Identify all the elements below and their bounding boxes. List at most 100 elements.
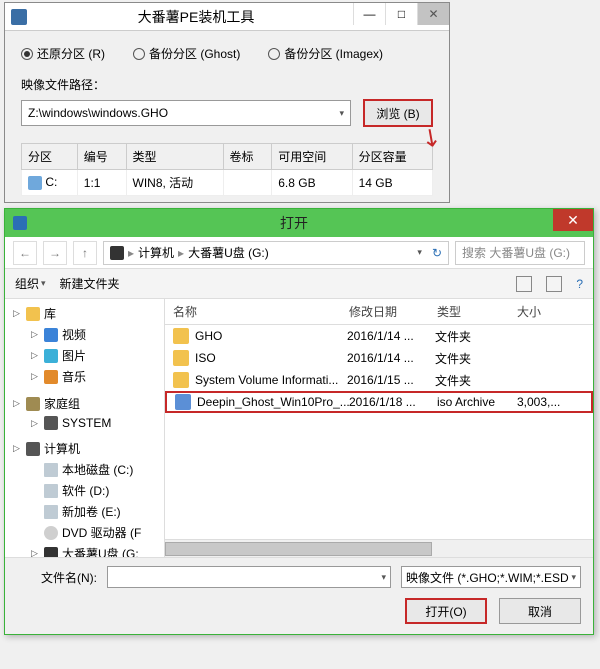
chevron-right-icon: ▸: [128, 246, 134, 260]
radio-restore[interactable]: 还原分区 (R): [21, 45, 105, 62]
drive-icon: [44, 505, 58, 519]
refresh-icon[interactable]: ↻: [432, 246, 442, 260]
tree-system[interactable]: ▷SYSTEM: [5, 414, 164, 432]
tree-video[interactable]: ▷视频: [5, 324, 164, 345]
browse-button[interactable]: 浏览 (B): [363, 99, 433, 127]
col-size[interactable]: 大小: [509, 303, 561, 320]
drive-icon: [44, 484, 58, 498]
tree-drive-d[interactable]: 软件 (D:): [5, 480, 164, 501]
open-dialog-title: 打开: [35, 213, 593, 233]
nav-up-button[interactable]: ↑: [73, 241, 97, 265]
list-item[interactable]: System Volume Informati... 2016/1/15 ...…: [165, 369, 593, 391]
video-icon: [44, 328, 58, 342]
breadcrumb[interactable]: ▸ 计算机 ▸ 大番薯U盘 (G:) ▾ ↻: [103, 241, 449, 265]
radio-label: 还原分区 (R): [37, 45, 105, 62]
view-options-button[interactable]: [516, 276, 532, 292]
radio-backup-ghost[interactable]: 备份分区 (Ghost): [133, 45, 240, 62]
col-name[interactable]: 名称: [165, 303, 341, 320]
radio-dot-icon: [133, 48, 145, 60]
radio-backup-imagex[interactable]: 备份分区 (Imagex): [268, 45, 383, 62]
col-number[interactable]: 编号: [77, 144, 126, 170]
filter-value: 映像文件 (*.GHO;*.WIM;*.ESD: [406, 569, 569, 586]
search-input[interactable]: 搜索 大番薯U盘 (G:): [455, 241, 585, 265]
list-rows: GHO 2016/1/14 ... 文件夹 ISO 2016/1/14 ... …: [165, 325, 593, 539]
iso-file-icon: [175, 394, 191, 410]
pe-body: 还原分区 (R) 备份分区 (Ghost) 备份分区 (Imagex) 映像文件…: [5, 31, 449, 202]
maximize-button[interactable]: □: [385, 3, 417, 25]
search-placeholder: 搜索 大番薯U盘 (G:): [462, 244, 570, 261]
col-type[interactable]: 类型: [429, 303, 509, 320]
user-icon: [44, 416, 58, 430]
new-folder-button[interactable]: 新建文件夹: [60, 275, 120, 292]
radio-dot-icon: [268, 48, 280, 60]
image-path-label: 映像文件路径：: [21, 76, 433, 93]
close-button[interactable]: ✕: [553, 209, 593, 231]
list-item[interactable]: GHO 2016/1/14 ... 文件夹: [165, 325, 593, 347]
homegroup-icon: [26, 397, 40, 411]
tree-computer[interactable]: ▷计算机: [5, 438, 164, 459]
col-free[interactable]: 可用空间: [272, 144, 352, 170]
image-path-input[interactable]: Z:\windows\windows.GHO ▾: [21, 100, 351, 126]
chevron-down-icon: ▾: [41, 278, 46, 289]
radio-label: 备份分区 (Ghost): [149, 45, 240, 62]
usb-drive-icon: [110, 246, 124, 260]
partition-table: 分区 编号 类型 卷标 可用空间 分区容量 C: 1:1 WIN8, 活动 6.…: [21, 143, 433, 196]
cancel-button[interactable]: 取消: [499, 598, 581, 624]
col-date[interactable]: 修改日期: [341, 303, 429, 320]
pe-tool-window: 大番薯PE装机工具 — □ ✕ 还原分区 (R) 备份分区 (Ghost) 备份…: [4, 2, 450, 203]
tree-dvd-f[interactable]: DVD 驱动器 (F: [5, 522, 164, 543]
folder-icon: [173, 328, 189, 344]
file-type-filter[interactable]: 映像文件 (*.GHO;*.WIM;*.ESD ▾: [401, 566, 581, 588]
chevron-right-icon: ▸: [178, 246, 184, 260]
folder-tree[interactable]: ▷库 ▷视频 ▷图片 ▷音乐 ▷家庭组 ▷SYSTEM ▷计算机 本地磁盘 (C…: [5, 299, 165, 557]
close-button[interactable]: ✕: [417, 3, 449, 25]
nav-forward-button[interactable]: →: [43, 241, 67, 265]
tree-music[interactable]: ▷音乐: [5, 366, 164, 387]
tree-drive-e[interactable]: 新加卷 (E:): [5, 501, 164, 522]
minimize-button[interactable]: —: [353, 3, 385, 25]
tree-drive-c[interactable]: 本地磁盘 (C:): [5, 459, 164, 480]
list-header: 名称 修改日期 类型 大小: [165, 299, 593, 325]
col-volume[interactable]: 卷标: [223, 144, 272, 170]
list-item[interactable]: ISO 2016/1/14 ... 文件夹: [165, 347, 593, 369]
chevron-down-icon: ▾: [571, 572, 576, 583]
horizontal-scrollbar[interactable]: [165, 539, 593, 557]
col-type[interactable]: 类型: [126, 144, 223, 170]
list-item-selected[interactable]: Deepin_Ghost_Win10Pro_... 2016/1/18 ... …: [165, 391, 593, 413]
chevron-down-icon[interactable]: ▾: [339, 108, 344, 119]
image-path-value: Z:\windows\windows.GHO: [28, 106, 168, 120]
radio-dot-icon: [21, 48, 33, 60]
music-icon: [44, 370, 58, 384]
mode-radio-group: 还原分区 (R) 备份分区 (Ghost) 备份分区 (Imagex): [21, 45, 433, 62]
breadcrumb-root[interactable]: 计算机: [138, 244, 174, 261]
library-icon: [26, 307, 40, 321]
drive-icon: [44, 463, 58, 477]
disk-icon: [28, 176, 42, 190]
preview-pane-button[interactable]: [546, 276, 562, 292]
breadcrumb-location[interactable]: 大番薯U盘 (G:): [188, 244, 269, 261]
folder-icon: [173, 372, 189, 388]
filename-label: 文件名(N):: [17, 569, 97, 586]
open-button[interactable]: 打开(O): [405, 598, 487, 624]
organize-menu[interactable]: 组织 ▾: [15, 275, 46, 292]
tree-lib[interactable]: ▷库: [5, 303, 164, 324]
folder-icon: [173, 350, 189, 366]
chevron-down-icon[interactable]: ▾: [417, 247, 422, 258]
chevron-down-icon[interactable]: ▾: [381, 572, 386, 583]
nav-back-button[interactable]: ←: [13, 241, 37, 265]
tree-homegroup[interactable]: ▷家庭组: [5, 393, 164, 414]
help-button[interactable]: ?: [576, 277, 583, 291]
radio-label: 备份分区 (Imagex): [284, 45, 383, 62]
app-icon: [11, 9, 27, 25]
open-dialog: 打开 ✕ ← → ↑ ▸ 计算机 ▸ 大番薯U盘 (G:) ▾ ↻ 搜索 大番薯…: [4, 208, 594, 635]
computer-icon: [26, 442, 40, 456]
open-nav-bar: ← → ↑ ▸ 计算机 ▸ 大番薯U盘 (G:) ▾ ↻ 搜索 大番薯U盘 (G…: [5, 237, 593, 269]
open-toolbar: 组织 ▾ 新建文件夹 ?: [5, 269, 593, 299]
tree-pictures[interactable]: ▷图片: [5, 345, 164, 366]
col-partition[interactable]: 分区: [22, 144, 78, 170]
table-row[interactable]: C: 1:1 WIN8, 活动 6.8 GB 14 GB: [22, 170, 433, 196]
open-dialog-footer: 文件名(N): ▾ 映像文件 (*.GHO;*.WIM;*.ESD ▾ 打开(O…: [5, 557, 593, 634]
file-list: 名称 修改日期 类型 大小 GHO 2016/1/14 ... 文件夹 ISO …: [165, 299, 593, 557]
tree-usb-g[interactable]: ▷大番薯U盘 (G:: [5, 543, 164, 557]
filename-input[interactable]: ▾: [107, 566, 391, 588]
